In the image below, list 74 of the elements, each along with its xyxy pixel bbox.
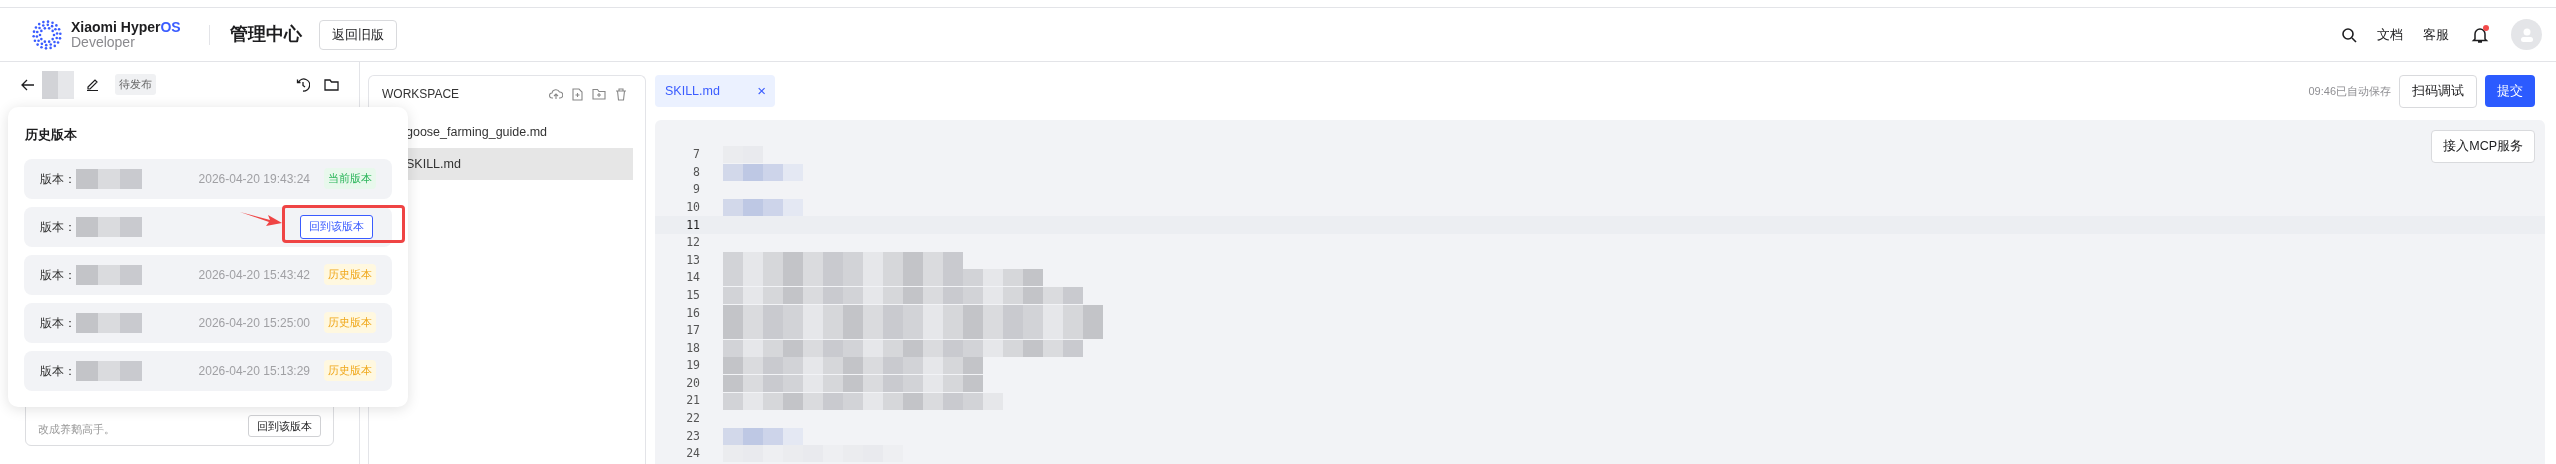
redacted-text: [76, 168, 142, 189]
mcp-button[interactable]: 接入MCP服务: [2431, 130, 2535, 163]
line-number: 14: [685, 269, 700, 287]
workspace-title: WORKSPACE: [382, 86, 460, 103]
version-badge: 历史版本: [324, 360, 376, 381]
page-title: 管理中心: [229, 23, 302, 46]
version-label: 版本：: [40, 314, 76, 332]
line-number: 23: [685, 427, 700, 445]
version-note: 改成养鹅高手。: [38, 421, 115, 437]
line-number: 7: [692, 146, 700, 164]
bell-icon[interactable]: [2471, 25, 2489, 44]
back-button[interactable]: 返回旧版: [318, 19, 397, 50]
version-row[interactable]: 版本： 2026-04-20 15:43:42 历史版本: [24, 254, 392, 295]
line-number: 20: [685, 374, 700, 392]
version-badge: 历史版本: [324, 312, 376, 333]
trash-icon[interactable]: [615, 87, 627, 101]
search-icon[interactable]: [2341, 26, 2357, 43]
version-date: 2026-04-20 15:25:00: [198, 314, 310, 332]
line-number: 21: [685, 392, 700, 410]
new-file-icon[interactable]: [572, 87, 583, 101]
redacted-text: [76, 360, 142, 381]
edit-icon[interactable]: [86, 78, 99, 91]
tab-label: SKILL.md: [665, 82, 720, 100]
version-row[interactable]: 版本： 回到该版本: [24, 206, 392, 247]
version-label: 版本：: [40, 362, 76, 380]
version-row[interactable]: 版本： 2026-04-20 19:43:24 当前版本: [24, 158, 392, 199]
line-number: 24: [685, 445, 700, 463]
version-label: 版本：: [40, 218, 76, 236]
redacted-text: [76, 264, 142, 285]
version-label: 版本：: [40, 170, 76, 188]
cloud-upload-icon[interactable]: [549, 88, 563, 100]
version-badge: 历史版本: [324, 264, 376, 285]
line-number: 15: [685, 286, 700, 304]
popover-title: 历史版本: [24, 126, 78, 144]
line-number: 18: [685, 339, 700, 357]
status-tag: 待发布: [115, 74, 156, 95]
version-date: 2026-04-20 15:43:42: [198, 266, 310, 284]
redacted-text: [76, 312, 142, 333]
tab-close[interactable]: ×: [757, 79, 766, 103]
submit-button[interactable]: 提交: [2485, 75, 2535, 107]
folder-icon[interactable]: [324, 78, 339, 91]
new-folder-icon[interactable]: [592, 88, 606, 100]
line-number: 22: [685, 410, 700, 428]
pointer-arrow: [240, 210, 282, 227]
line-number: 19: [685, 357, 700, 375]
user-icon: [2518, 26, 2535, 43]
nav-link[interactable]: 文档: [2377, 24, 2403, 45]
line-number: 12: [685, 234, 700, 252]
brand-subtitle: Developer: [71, 34, 135, 50]
restore-button[interactable]: 回到该版本: [300, 214, 373, 239]
version-badge: 当前版本: [324, 168, 376, 189]
brand-name: Xiaomi HyperOS: [71, 19, 181, 35]
line-number: 13: [685, 251, 700, 269]
scan-debug-button[interactable]: 扫码调试: [2399, 74, 2477, 108]
redacted-text: [42, 70, 74, 99]
nav-link[interactable]: 客服: [2423, 24, 2449, 45]
redacted-text: [76, 216, 142, 237]
file-tab[interactable]: SKILL.md ×: [655, 75, 775, 107]
version-label: 版本：: [40, 266, 76, 284]
line-number: 16: [685, 304, 700, 322]
line-number: 9: [692, 181, 700, 199]
version-date: 2026-04-20 15:13:29: [198, 362, 310, 380]
version-row[interactable]: 版本： 2026-04-20 15:13:29 历史版本: [24, 350, 392, 391]
autosave-status: 09:46已自动保存: [2308, 83, 2391, 99]
restore-button[interactable]: 回到该版本: [248, 415, 321, 437]
version-row[interactable]: 版本： 2026-04-20 15:25:00 历史版本: [24, 302, 392, 343]
back-arrow-icon[interactable]: [21, 78, 35, 91]
logo-icon: [30, 17, 64, 52]
line-number: 17: [685, 322, 700, 340]
line-number: 11: [685, 216, 700, 234]
version-date: 2026-04-20 19:43:24: [198, 170, 310, 188]
line-number: 10: [685, 198, 700, 216]
line-number: 8: [692, 163, 700, 181]
history-icon[interactable]: [296, 77, 310, 92]
